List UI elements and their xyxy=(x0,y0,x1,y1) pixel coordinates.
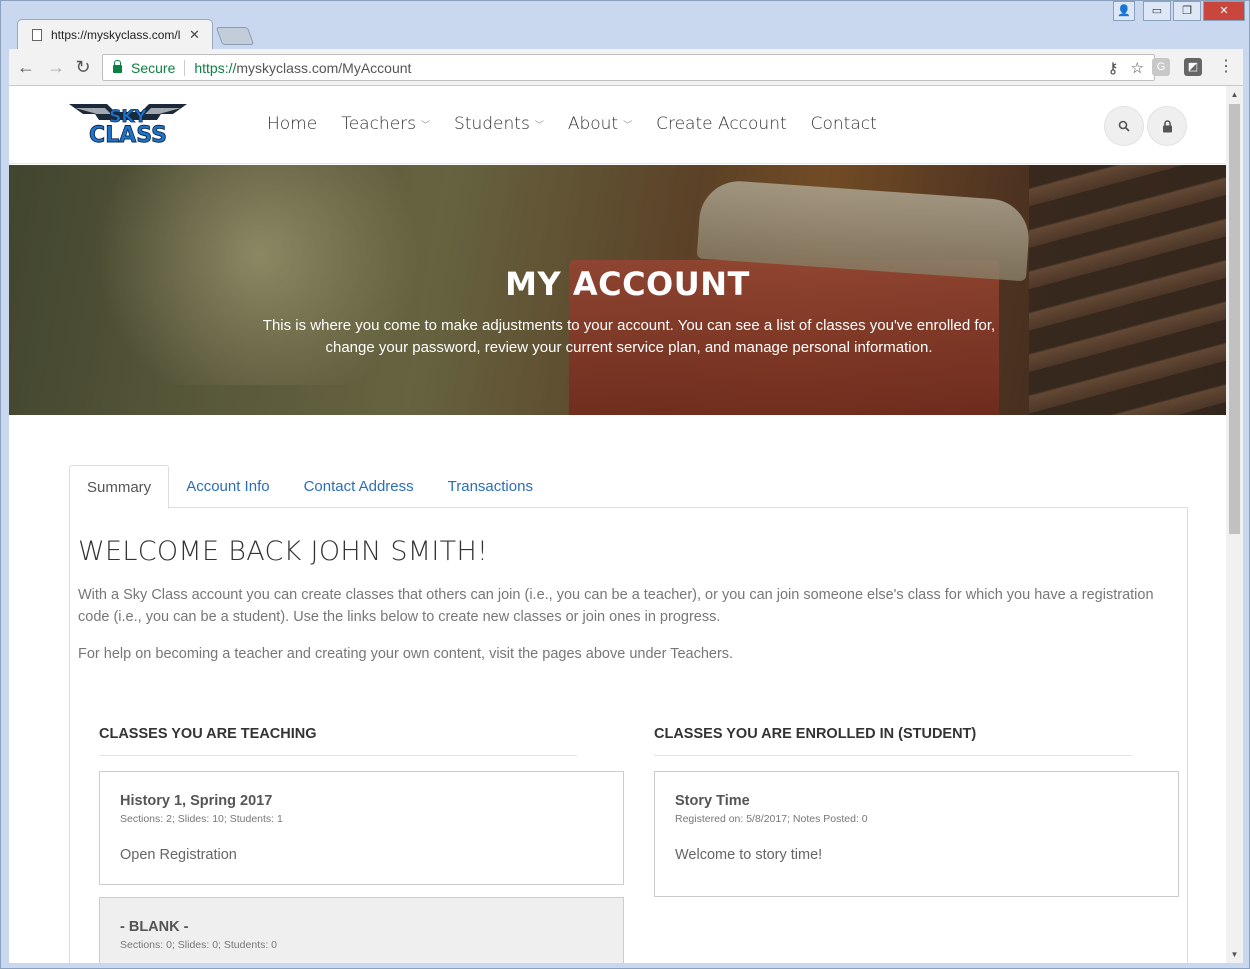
omnibox-actions: ⚷ ☆ xyxy=(1108,59,1144,77)
address-separator xyxy=(184,59,186,76)
vertical-scrollbar[interactable]: ▲ ▼ xyxy=(1226,86,1243,963)
nav-about-label: About xyxy=(567,114,619,134)
scroll-thumb[interactable] xyxy=(1229,104,1240,534)
browser-window: https://myskyclass.com/l ✕ 👤 ▭ ❐ ✕ ← → ↻… xyxy=(0,0,1250,969)
scroll-down-arrow-icon[interactable]: ▼ xyxy=(1226,946,1243,963)
lock-icon xyxy=(113,59,122,73)
welcome-heading: WELCOME BACK JOHN SMITH! xyxy=(78,536,489,567)
reload-icon[interactable]: ↻ xyxy=(72,57,94,77)
enrolled-divider xyxy=(654,755,1132,756)
chevron-down-icon: ﹀ xyxy=(623,120,633,131)
minimize-button[interactable]: ▭ xyxy=(1143,1,1171,21)
class-title: - BLANK - xyxy=(120,919,189,935)
login-button[interactable] xyxy=(1147,106,1187,146)
nav-teachers-label: Teachers xyxy=(341,114,417,134)
class-meta: Sections: 2; Slides: 10; Students: 1 xyxy=(120,813,283,825)
address-bar[interactable]: Secure https:// myskyclass.com /MyAccoun… xyxy=(102,54,1155,81)
tab-account-info[interactable]: Account Info xyxy=(169,465,286,508)
logo-text-class: CLASS xyxy=(89,123,167,146)
page-title: MY ACCOUNT xyxy=(505,265,750,303)
class-card[interactable]: History 1, Spring 2017 Sections: 2; Slid… xyxy=(99,771,624,885)
extension-icon[interactable]: ◩ xyxy=(1184,58,1202,76)
hero-banner: MY ACCOUNT This is where you come to mak… xyxy=(9,165,1226,415)
browser-toolbar: ← → ↻ Secure https:// myskyclass.com /My… xyxy=(9,49,1243,86)
new-tab-button[interactable] xyxy=(215,27,255,45)
teaching-divider xyxy=(99,755,577,756)
profile-icon[interactable]: 👤 xyxy=(1113,1,1135,21)
page-icon xyxy=(32,28,42,41)
class-card-blank[interactable]: - BLANK - Sections: 0; Slides: 0; Studen… xyxy=(99,897,624,963)
scroll-up-arrow-icon[interactable]: ▲ xyxy=(1226,86,1243,103)
url-host: myskyclass.com xyxy=(236,59,339,76)
window-close-button[interactable]: ✕ xyxy=(1203,1,1245,21)
tab-transactions[interactable]: Transactions xyxy=(431,465,550,508)
google-extension-icon[interactable]: G xyxy=(1152,58,1170,76)
class-description: Open Registration xyxy=(120,847,237,863)
tab-summary[interactable]: Summary xyxy=(69,465,170,509)
url-scheme: https:// xyxy=(194,59,237,76)
nav-teachers[interactable]: Teachers ﹀ xyxy=(341,114,430,134)
account-tabs: Summary Account Info Contact Address Tra… xyxy=(69,465,1188,509)
nav-students[interactable]: Students ﹀ xyxy=(454,114,544,134)
close-tab-icon[interactable]: ✕ xyxy=(189,27,200,43)
menu-dots-icon[interactable]: ⋮ xyxy=(1215,57,1237,77)
nav-create-account[interactable]: Create Account xyxy=(656,114,787,134)
browser-tab-title: https://myskyclass.com/l xyxy=(51,27,181,42)
search-button[interactable] xyxy=(1104,106,1144,146)
page-viewport: SKY CLASS Home Teachers ﹀ Students ﹀ About… xyxy=(9,86,1226,963)
page-description: This is where you come to make adjustmen… xyxy=(262,317,996,356)
window-controls: 👤 ▭ ❐ ✕ xyxy=(1113,1,1245,21)
nav-about[interactable]: About ﹀ xyxy=(568,114,632,134)
tab-strip: https://myskyclass.com/l ✕ 👤 ▭ ❐ ✕ xyxy=(1,1,1250,49)
class-meta: Registered on: 5/8/2017; Notes Posted: 0 xyxy=(675,813,868,825)
nav-contact-label: Contact xyxy=(810,114,877,134)
lock-icon xyxy=(1162,119,1172,132)
url-path: /MyAccount xyxy=(338,59,412,76)
restore-button[interactable]: ❐ xyxy=(1173,1,1201,21)
enrolled-class-card[interactable]: Story Time Registered on: 5/8/2017; Note… xyxy=(654,771,1179,897)
search-icon xyxy=(1118,120,1130,132)
class-title: History 1, Spring 2017 xyxy=(120,793,273,809)
chevron-down-icon: ﹀ xyxy=(421,120,431,131)
class-meta: Sections: 0; Slides: 0; Students: 0 xyxy=(120,939,278,951)
site-header: SKY CLASS Home Teachers ﹀ Students ﹀ About… xyxy=(9,86,1226,164)
help-paragraph: For help on becoming a teacher and creat… xyxy=(78,646,734,662)
tab-contact-address[interactable]: Contact Address xyxy=(287,465,431,508)
main-navigation: Home Teachers ﹀ Students ﹀ About ﹀ Create A… xyxy=(267,114,901,134)
back-arrow-icon[interactable]: ← xyxy=(15,57,37,77)
sky-class-logo[interactable]: SKY CLASS xyxy=(67,100,189,146)
chevron-down-icon: ﹀ xyxy=(534,120,544,131)
enrolled-heading: CLASSES YOU ARE ENROLLED IN (STUDENT) xyxy=(654,726,977,742)
browser-tab[interactable]: https://myskyclass.com/l ✕ xyxy=(17,19,213,49)
secure-label: Secure xyxy=(131,59,176,76)
nav-home-label: Home xyxy=(267,114,318,134)
nav-create-account-label: Create Account xyxy=(656,114,787,134)
nav-students-label: Students xyxy=(454,114,530,134)
key-icon[interactable]: ⚷ xyxy=(1108,59,1119,77)
nav-home[interactable]: Home xyxy=(267,114,317,134)
bookmark-star-icon[interactable]: ☆ xyxy=(1131,59,1144,77)
forward-arrow-icon[interactable]: → xyxy=(45,57,67,77)
class-description: Welcome to story time! xyxy=(675,847,823,863)
intro-paragraph: With a Sky Class account you can create … xyxy=(78,587,1154,625)
teaching-heading: CLASSES YOU ARE TEACHING xyxy=(99,726,317,742)
class-title: Story Time xyxy=(675,793,750,809)
nav-contact[interactable]: Contact xyxy=(811,114,877,134)
